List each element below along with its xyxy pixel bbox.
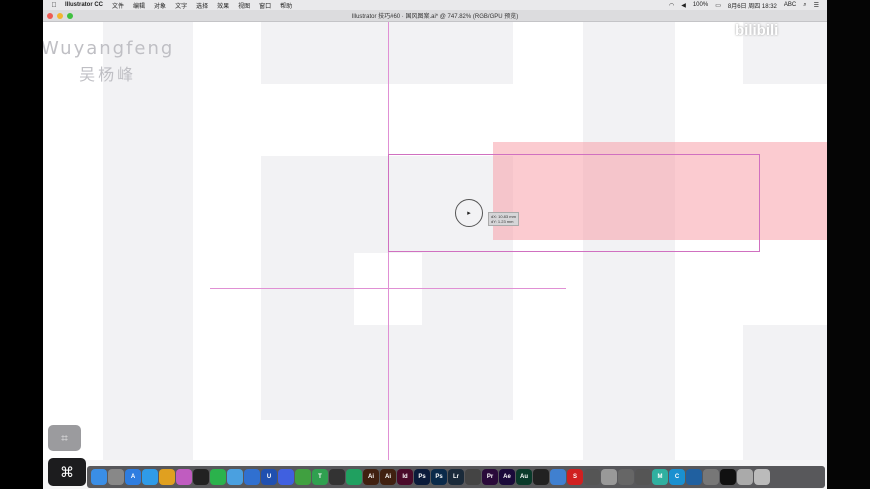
aftereffects-icon[interactable]: Ae [499, 469, 515, 485]
photoshop-icon[interactable]: Ps [414, 469, 430, 485]
indesign-icon[interactable]: Id [397, 469, 413, 485]
menu-bar:  Illustrator CC 文件 编辑 对象 文字 选择 效果 视图 窗口… [43, 0, 827, 10]
author-watermark: Wuyangfeng 吴杨峰 [43, 38, 174, 85]
c-icon[interactable]: C [669, 469, 685, 485]
download-icon[interactable] [703, 469, 719, 485]
lightroom-icon[interactable]: Lr [448, 469, 464, 485]
audition-icon[interactable]: Au [516, 469, 532, 485]
pattern-block [261, 22, 513, 84]
bird-icon[interactable] [584, 469, 600, 485]
qq-icon[interactable] [193, 469, 209, 485]
clapper-icon[interactable] [465, 469, 481, 485]
pattern-block [743, 325, 827, 460]
safari-icon[interactable] [142, 469, 158, 485]
launchpad-icon[interactable] [108, 469, 124, 485]
baidu-icon[interactable] [278, 469, 294, 485]
mosaic-icon[interactable] [635, 469, 651, 485]
record-icon[interactable] [533, 469, 549, 485]
terminal-icon[interactable] [720, 469, 736, 485]
m-icon[interactable]: M [652, 469, 668, 485]
ai-icon-2[interactable]: Ai [380, 469, 396, 485]
preview-icon[interactable] [737, 469, 753, 485]
menu-help[interactable]: 帮助 [280, 1, 292, 10]
notification-icon[interactable]: ☰ [814, 2, 819, 9]
premiere-icon[interactable]: Pr [482, 469, 498, 485]
watermark-name-cn: 吴杨峰 [79, 65, 137, 84]
mail-icon[interactable] [227, 469, 243, 485]
scissors-icon[interactable] [601, 469, 617, 485]
selection-bounding-box[interactable] [388, 154, 760, 252]
menu-effect[interactable]: 效果 [217, 1, 229, 10]
volume-icon[interactable]: ◀ [681, 2, 686, 9]
clock[interactable]: 8月6日 周四 18:32 [728, 1, 777, 10]
app-menu[interactable]: Illustrator CC [65, 2, 103, 8]
photos-icon[interactable] [176, 469, 192, 485]
horizontal-guide[interactable] [210, 288, 566, 289]
status-area: ◠ ◀ 100% ▭ 8月6日 周四 18:32 ABC ⌕ ☰ [669, 1, 827, 10]
command-key-label: ⌘ [60, 463, 74, 480]
input-method[interactable]: ABC [784, 2, 796, 8]
apple-icon[interactable]:  [43, 2, 65, 9]
app-icon[interactable] [244, 469, 260, 485]
artboard-canvas[interactable]: ▸ dX: 10.83 mm dY: 1.23 mm [43, 22, 827, 460]
menu-view[interactable]: 视图 [238, 1, 250, 10]
u-icon[interactable]: U [261, 469, 277, 485]
screen:  Illustrator CC 文件 编辑 对象 文字 选择 效果 视图 窗口… [43, 0, 827, 489]
s-icon[interactable]: S [567, 469, 583, 485]
pattern-block [43, 22, 103, 460]
browser-icon[interactable] [686, 469, 702, 485]
search-icon[interactable]: ⌕ [803, 2, 806, 9]
menu-object[interactable]: 对象 [154, 1, 166, 10]
watermark-name-en: Wuyangfeng [43, 38, 175, 59]
battery-label[interactable]: 100% [693, 2, 708, 8]
grid-button[interactable]: ⌗ [48, 425, 81, 451]
bilibili-logo: bilibili [735, 22, 779, 39]
minimize-button[interactable] [57, 13, 63, 19]
ai-icon[interactable]: Ai [363, 469, 379, 485]
window-title-bar: Illustrator 技巧#60 · 国风图案.ai* @ 747.82% (… [43, 10, 827, 22]
chrome-icon[interactable] [159, 469, 175, 485]
grid-icon: ⌗ [61, 430, 68, 445]
wechat-icon[interactable] [210, 469, 226, 485]
menu-file[interactable]: 文件 [112, 1, 124, 10]
t-icon[interactable]: T [312, 469, 328, 485]
right-black-bar [827, 0, 870, 489]
finder-icon[interactable] [91, 469, 107, 485]
dock: A U T Ai Ai Id Ps Ps Lr Pr Ae Au S M C [87, 466, 825, 488]
eye-icon[interactable] [329, 469, 345, 485]
menu-edit[interactable]: 编辑 [133, 1, 145, 10]
trash-icon[interactable] [754, 469, 770, 485]
menu-window[interactable]: 窗口 [259, 1, 271, 10]
menu-select[interactable]: 选择 [196, 1, 208, 10]
tooltip-dy: dY: 1.23 mm [491, 219, 514, 224]
battery-icon: ▭ [715, 2, 721, 9]
document-title: Illustrator 技巧#60 · 国风图案.ai* @ 747.82% (… [351, 14, 519, 20]
wifi-icon[interactable]: ◠ [669, 2, 674, 9]
maps-icon[interactable] [295, 469, 311, 485]
command-key-overlay: ⌘ [48, 458, 86, 486]
photoshop-icon-2[interactable]: Ps [431, 469, 447, 485]
pointer-icon: ▸ [467, 210, 471, 217]
zoom-button[interactable] [67, 13, 73, 19]
star-icon[interactable] [618, 469, 634, 485]
green-icon[interactable] [346, 469, 362, 485]
menu-type[interactable]: 文字 [175, 1, 187, 10]
appstore-icon[interactable]: A [125, 469, 141, 485]
gear-icon[interactable] [550, 469, 566, 485]
cursor-highlight: ▸ [455, 199, 483, 227]
close-button[interactable] [47, 13, 53, 19]
move-tooltip: dX: 10.83 mm dY: 1.23 mm [488, 212, 519, 226]
